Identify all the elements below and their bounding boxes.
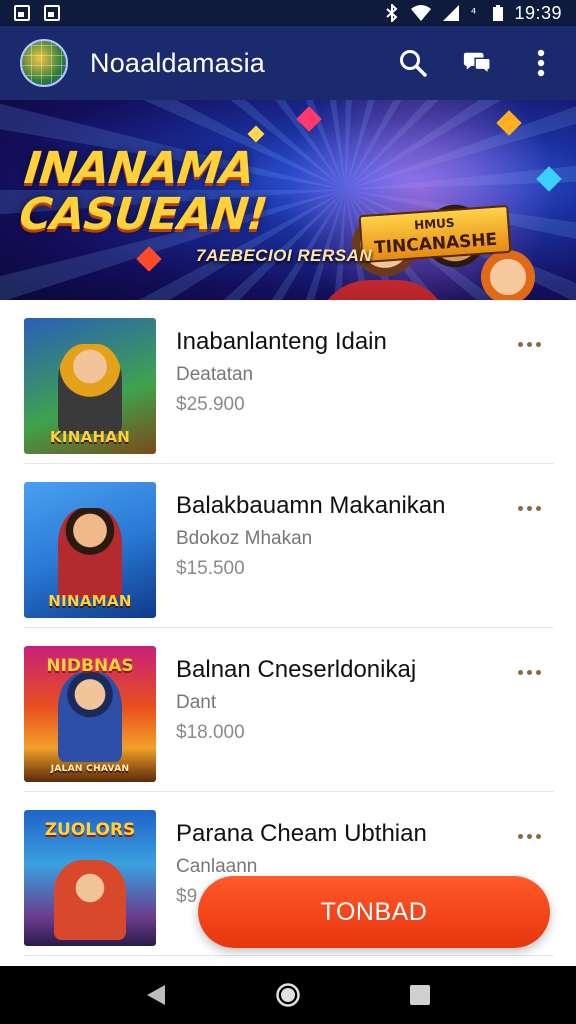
game-thumbnail: ZUOLORS bbox=[24, 810, 156, 946]
list-item[interactable]: NIDBNAS JALAN CHAVAN Balnan Cneserldonik… bbox=[24, 628, 554, 792]
app-title: Noaaldamasia bbox=[90, 47, 265, 78]
thumbnail-character bbox=[58, 344, 122, 434]
game-thumbnail: NIDBNAS JALAN CHAVAN bbox=[24, 646, 156, 782]
battery-icon bbox=[493, 5, 504, 21]
signal-icon bbox=[443, 5, 460, 21]
svg-text:⁴: ⁴ bbox=[471, 7, 476, 22]
game-subtitle: Deatatan bbox=[176, 364, 254, 385]
bluetooth-icon bbox=[386, 4, 398, 22]
status-time: 19:39 bbox=[514, 2, 562, 23]
app-bar: Noaaldamasia bbox=[0, 26, 576, 100]
game-subtitle: Canlaann bbox=[176, 856, 258, 877]
thumbnail-character bbox=[58, 672, 122, 762]
more-options-icon[interactable] bbox=[514, 662, 544, 682]
thumbnail-label: KINAHAN bbox=[49, 428, 131, 446]
download-button[interactable]: TONBAD bbox=[198, 876, 550, 948]
chat-icon[interactable] bbox=[462, 48, 492, 78]
game-thumbnail: NINAMAN bbox=[24, 482, 156, 618]
game-thumbnail: KINAHAN bbox=[24, 318, 156, 454]
back-icon[interactable] bbox=[136, 975, 176, 1015]
list-item[interactable]: KINAHAN Inabanlanteng Idain Deatatan $25… bbox=[24, 300, 554, 464]
game-subtitle: Bdokoz Mhakan bbox=[176, 528, 313, 549]
thumbnail-character bbox=[58, 508, 122, 598]
game-price: $25.900 bbox=[176, 394, 245, 415]
app-logo-icon[interactable] bbox=[20, 39, 68, 87]
game-price: $18.000 bbox=[176, 722, 245, 743]
list-item[interactable]: NINAMAN Balakbauamn Makanikan Bdokoz Mha… bbox=[24, 464, 554, 628]
promo-banner[interactable]: INANAMA CASUEAN! HMUS TINCANASHE 7AEBECI… bbox=[0, 100, 576, 300]
more-options-icon[interactable] bbox=[514, 334, 544, 354]
status-bar: ⁴ 19:39 bbox=[0, 0, 576, 26]
app-screen: ⁴ 19:39 Noaaldamasia INANAMA CASUEAN! HM… bbox=[0, 0, 576, 1024]
thumbnail-label: NINAMAN bbox=[48, 592, 132, 610]
search-icon[interactable] bbox=[398, 48, 428, 78]
thumbnail-label: JALAN CHAVAN bbox=[50, 764, 130, 774]
game-title: Balnan Cneserldonikaj bbox=[176, 656, 417, 683]
gallery-icon bbox=[14, 5, 30, 21]
banner-subtitle: 7AEBECIOI RERSAN bbox=[196, 246, 373, 265]
overflow-menu-icon[interactable] bbox=[526, 48, 556, 78]
wifi-icon bbox=[411, 5, 432, 21]
more-options-icon[interactable] bbox=[514, 826, 544, 846]
game-subtitle: Dant bbox=[176, 692, 217, 713]
game-price: $15.500 bbox=[176, 558, 245, 579]
data-icon: ⁴ bbox=[471, 7, 476, 22]
game-title: Balakbauamn Makanikan bbox=[176, 492, 446, 519]
game-title: Parana Cheam Ubthian bbox=[176, 820, 427, 847]
home-icon[interactable] bbox=[268, 975, 308, 1015]
thumbnail-topline: ZUOLORS bbox=[44, 820, 136, 840]
thumbnail-character bbox=[54, 860, 126, 940]
game-price: $9 bbox=[176, 886, 198, 907]
navigation-bar bbox=[0, 966, 576, 1024]
recents-icon[interactable] bbox=[400, 975, 440, 1015]
thumbnail-topline: NIDBNAS bbox=[46, 656, 134, 676]
banner-title: INANAMA CASUEAN! bbox=[16, 143, 270, 240]
sd-card-icon bbox=[44, 5, 60, 21]
banner-plate-text: HMUS TINCANASHE bbox=[372, 210, 498, 259]
game-title: Inabanlanteng Idain bbox=[176, 328, 387, 355]
more-options-icon[interactable] bbox=[514, 498, 544, 518]
